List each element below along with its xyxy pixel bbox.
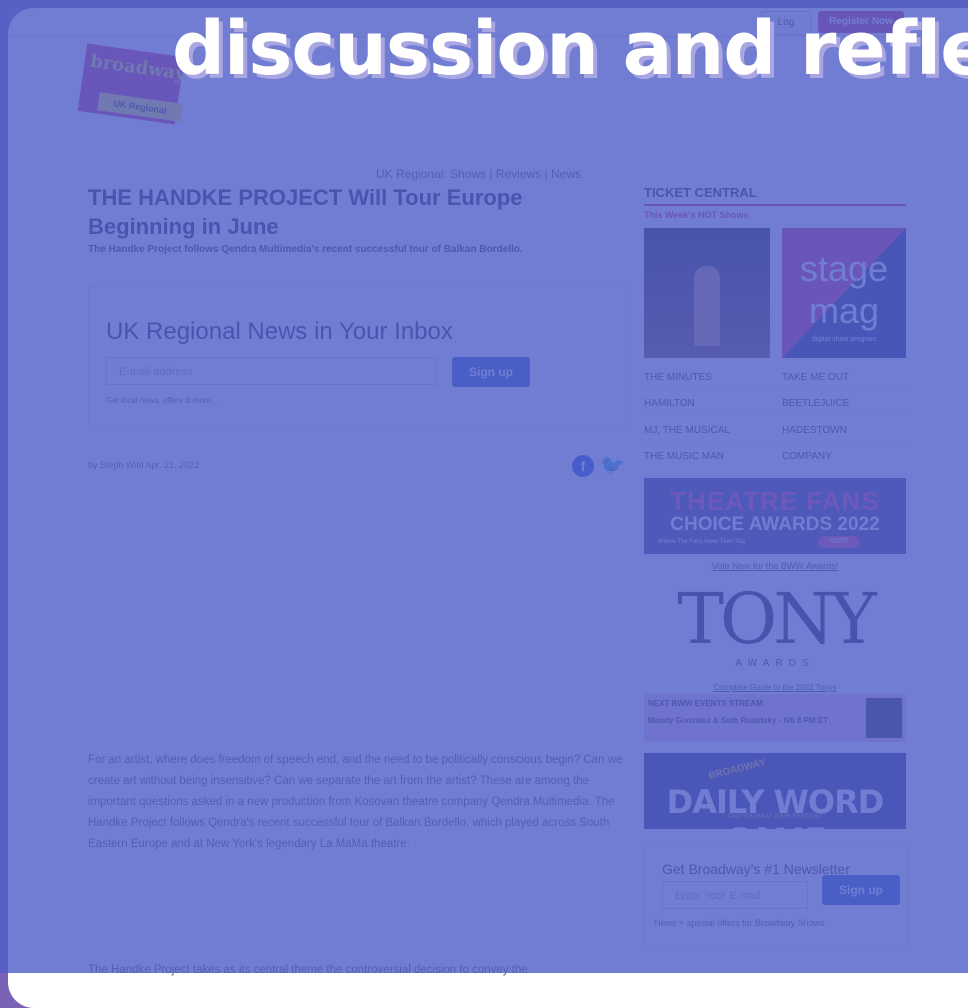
show-link[interactable]: THE MINUTES [644, 372, 764, 383]
show-list-divider [644, 414, 906, 415]
ticket-central-divider [644, 204, 906, 206]
tfca-tagline: Where The Fans Have Their Say [658, 539, 746, 545]
broadway-email-field[interactable]: Enter Your E-mail [662, 881, 808, 909]
show-list-divider [644, 388, 906, 389]
article-title: THE HANDKE PROJECT Will Tour Europe Begi… [88, 185, 523, 239]
tony-guide-link[interactable]: Complete Guide to the 2022 Tonys [644, 683, 906, 692]
breadcrumb[interactable]: UK Regional: Shows | Reviews | News [376, 167, 581, 181]
show-link[interactable]: HAMILTON [644, 398, 764, 409]
newsletter-signup-button[interactable]: Sign up [452, 357, 530, 387]
tony-logo-text: TONY [677, 578, 877, 660]
next-stream-thumbnail [866, 698, 902, 738]
show-list-divider [644, 441, 906, 442]
stage-mag-tagline: digital show program [811, 336, 877, 343]
tfca-subtitle: CHOICE AWARDS 2022 [670, 514, 880, 535]
tfca-vote-button[interactable]: VOTE [818, 536, 860, 548]
ticket-central-subtitle: This Week's HOT Shows [644, 210, 749, 220]
broadway-newsletter-note: News + special offers for Broadway Shows [654, 918, 825, 928]
page-frame: Log Register Now broadway UK Regional UK… [8, 8, 968, 1008]
show-link[interactable]: TAKE ME OUT [782, 372, 902, 383]
show-link[interactable]: MJ, THE MUSICAL [644, 425, 764, 436]
performer-figure [694, 266, 720, 346]
show-link[interactable]: BEETLEJUICE [782, 398, 902, 409]
stage-mag-word: mag [808, 290, 880, 331]
tony-awards-text: AWARDS [735, 658, 815, 669]
stage-mag-logo: stage mag [782, 248, 906, 332]
show-link[interactable]: THE MUSIC MAN [644, 451, 764, 462]
next-stream-detail: Mandy Gonzalez & Seth Rudetsky - 6/6 8 P… [648, 716, 829, 725]
email-field[interactable]: E-mail address [106, 357, 436, 385]
tfca-title: THEATRE FANS [670, 486, 880, 516]
twitter-icon[interactable]: 🐦 [600, 455, 625, 477]
facebook-icon[interactable]: f [572, 455, 594, 477]
article-paragraph: For an artist, where does freedom of spe… [88, 754, 623, 850]
byline: by Steph Wild Apr. 21, 2022 [88, 460, 200, 470]
article-subtitle: The Handke Project follows Qendra Multim… [88, 244, 523, 255]
stage-mag-word: stage [799, 248, 889, 289]
article-page: Log Register Now broadway UK Regional UK… [8, 8, 968, 1008]
newsletter-note: Get local news, offers & more... [106, 396, 218, 405]
show-photo[interactable] [644, 228, 770, 358]
show-link[interactable]: HADESTOWN [782, 425, 902, 436]
next-stream-title: NEXT BWW EVENTS STREAM [648, 699, 763, 708]
dwg-tagline: CAN YOU BEAT YOUR FRIENDS? [727, 814, 823, 820]
overlay-headline: discussion and refle [172, 6, 968, 92]
broadway-signup-button[interactable]: Sign up [822, 875, 900, 905]
article-paragraph: The Handke Project takes as its central … [88, 964, 528, 976]
bww-awards-link[interactable]: Vote Now for the BWW Awards! [644, 561, 906, 571]
newsletter-title: UK Regional News in Your Inbox [106, 318, 453, 345]
ticket-central-title: TICKET CENTRAL [644, 185, 757, 200]
broadway-newsletter-title: Get Broadway's #1 Newsletter [662, 861, 850, 877]
show-link[interactable]: COMPANY [782, 451, 902, 462]
